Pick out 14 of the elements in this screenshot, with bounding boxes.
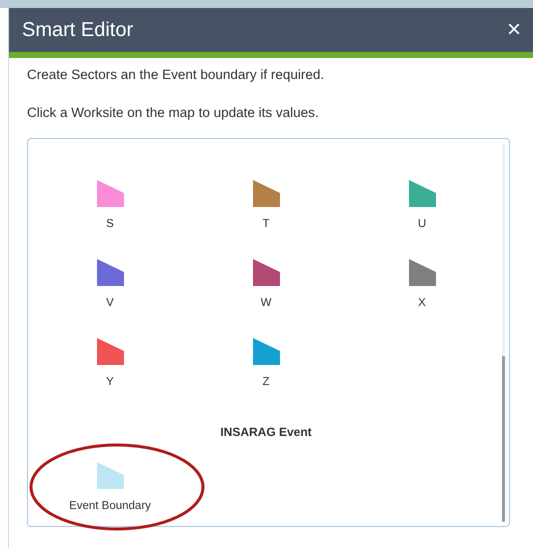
template-item[interactable]: W (252, 259, 280, 310)
close-button[interactable]: × (506, 18, 521, 42)
instruction-text: Create Sectors an the Event boundary if required. (27, 66, 326, 83)
template-item[interactable]: V (96, 259, 124, 310)
scrollbar[interactable] (502, 144, 505, 522)
window-title: Smart Editor (22, 18, 134, 42)
template-item[interactable]: T (252, 180, 280, 231)
template-item[interactable]: U (408, 180, 436, 231)
template-item[interactable]: X (408, 259, 436, 310)
template-item[interactable]: Z (252, 338, 280, 389)
section-title: INSARAG Event (220, 425, 312, 439)
instruction-text: Click a Worksite on the map to update its values. (27, 104, 320, 121)
template-item[interactable]: S (96, 180, 124, 231)
template-item[interactable]: Y (96, 338, 124, 389)
